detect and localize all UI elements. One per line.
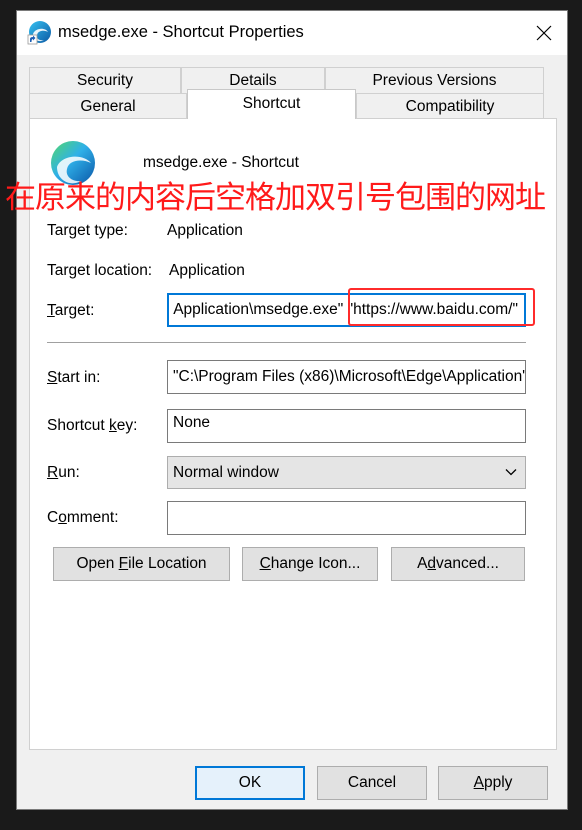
tab-compatibility[interactable]: Compatibility xyxy=(356,93,544,119)
chevron-down-icon xyxy=(505,469,517,476)
close-icon xyxy=(536,25,552,41)
ok-button[interactable]: OK xyxy=(195,766,305,800)
advanced-button[interactable]: Advanced... xyxy=(391,547,525,581)
target-type-label: Target type: xyxy=(47,222,128,239)
shortcut-name: msedge.exe - Shortcut xyxy=(143,154,299,171)
target-location-label: Target location: xyxy=(47,262,153,279)
tab-shortcut[interactable]: Shortcut xyxy=(187,89,356,119)
target-location-value: Application xyxy=(169,262,245,279)
shortcut-key-input[interactable]: None xyxy=(167,409,526,443)
open-file-location-button[interactable]: Open File Location xyxy=(53,547,230,581)
tab-security[interactable]: Security xyxy=(29,67,181,93)
target-type-value: Application xyxy=(167,222,243,239)
properties-window: msedge.exe - Shortcut Properties Securit… xyxy=(5,10,568,810)
change-icon-button[interactable]: Change Icon... xyxy=(242,547,378,581)
edge-app-icon xyxy=(27,21,51,45)
comment-label: Comment: xyxy=(47,509,119,526)
tab-previous-versions[interactable]: Previous Versions xyxy=(325,67,544,93)
apply-button[interactable]: Apply xyxy=(438,766,548,800)
divider xyxy=(47,342,526,343)
run-select[interactable]: Normal window xyxy=(167,456,526,489)
close-button[interactable] xyxy=(521,11,567,55)
start-in-label: Start in: xyxy=(47,369,101,386)
shortcut-key-label: Shortcut key: xyxy=(47,417,138,434)
target-label: Target: xyxy=(47,302,95,319)
annotation-highlight-box xyxy=(348,288,535,326)
tab-general[interactable]: General xyxy=(29,93,187,119)
window-title: msedge.exe - Shortcut Properties xyxy=(58,23,304,41)
annotation-text: 在原来的内容后空格加双引号包围的网址 xyxy=(5,180,546,216)
comment-input[interactable] xyxy=(167,501,526,535)
run-label: Run: xyxy=(47,464,80,481)
title-bar: msedge.exe - Shortcut Properties xyxy=(17,11,567,55)
cancel-button[interactable]: Cancel xyxy=(317,766,427,800)
start-in-input[interactable]: "C:\Program Files (x86)\Microsoft\Edge\A… xyxy=(167,360,526,394)
